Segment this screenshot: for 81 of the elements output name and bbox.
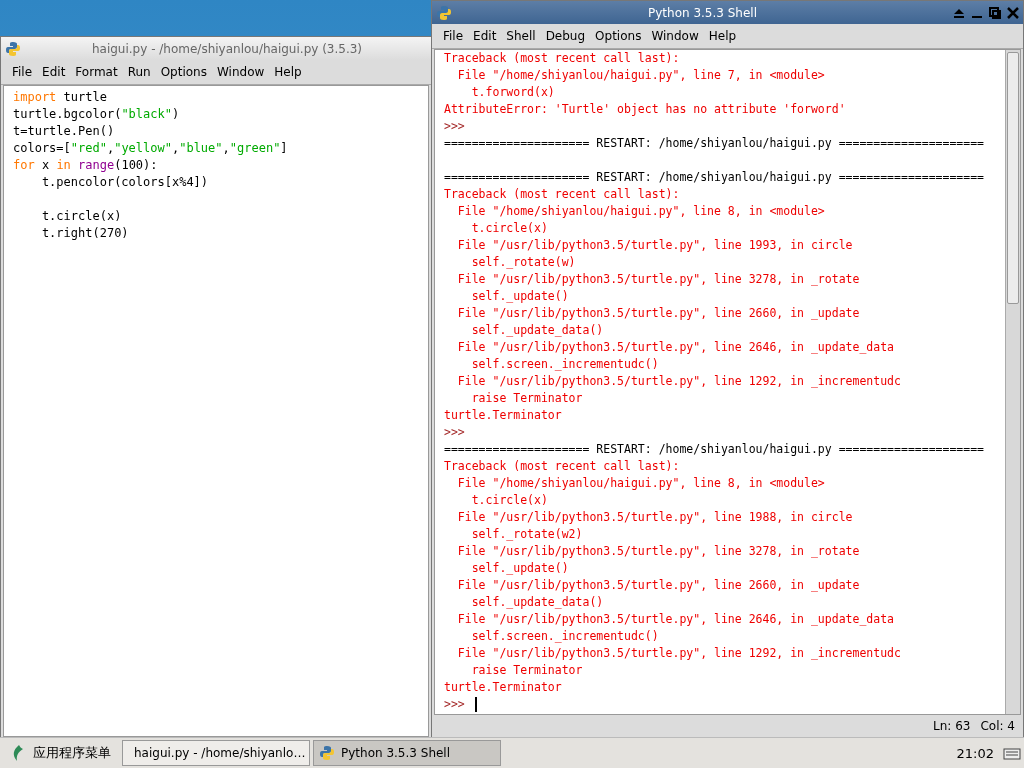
menu-item[interactable]: File (438, 29, 469, 43)
menu-item[interactable]: Shell (501, 29, 541, 43)
shell-output-line: self._update() (470, 560, 570, 577)
clock: 21:02 (956, 745, 995, 761)
status-text: Col: 4 (980, 719, 1015, 733)
leaf-icon (11, 744, 25, 762)
taskbar-button[interactable]: Python 3.5.3 Shell (313, 740, 501, 766)
start-menu-button[interactable]: 应用程序菜单 (3, 740, 119, 766)
shell-output-line: File "/usr/lib/python3.5/turtle.py", line 1988, in circle (456, 509, 854, 526)
shell-output-line: raise Terminator (470, 390, 584, 407)
shell-output-line: self._rotate(w) (470, 254, 577, 271)
shell-output-line: t.circle(x) (470, 220, 549, 237)
shell-output-line: Traceback (most recent call last): (444, 458, 681, 475)
shell-output-line: self._update() (470, 288, 570, 305)
menu-item[interactable]: Help (269, 65, 307, 79)
shell-output-line: self.screen._incrementudc() (470, 628, 660, 645)
code-line: turtle.bgcolor("black") (13, 106, 181, 123)
code-line: t=turtle.Pen() (13, 123, 116, 140)
shell-output-line: turtle.Terminator (444, 679, 563, 696)
shell-output-line: t.forword(x) (470, 84, 556, 101)
title-bar[interactable]: Python 3.5.3 Shell (432, 1, 1023, 24)
window-title: Python 3.5.3 Shell (647, 5, 758, 20)
shell-output-line: self._rotate(w2) (470, 526, 584, 543)
shell-output-line: raise Terminator (470, 662, 584, 679)
menu-item[interactable]: File (7, 65, 38, 79)
shell-output-line: File "/usr/lib/python3.5/turtle.py", line 3278, in _rotate (456, 271, 861, 288)
prompt: >>> (444, 118, 466, 135)
taskbar-button[interactable]: haigui.py - /home/shiyanlo… (122, 740, 310, 766)
shell-output-line: turtle.Terminator (444, 407, 563, 424)
python-icon (436, 4, 452, 21)
shell-output-line: Traceback (most recent call last): (444, 50, 681, 67)
code-line: for x in range(100): (13, 157, 159, 174)
shell-output-line: File "/usr/lib/python3.5/turtle.py", line 2646, in _update_data (456, 339, 896, 356)
shell-output-line: ===================== RESTART: /home/shiyanlou/haigui.py ===================== (444, 135, 986, 152)
menu-item[interactable]: Window (211, 65, 270, 79)
shell-output-line: File "/home/shiyanlou/haigui.py", line 8, in <module> (456, 203, 826, 220)
python-icon (5, 40, 21, 57)
shell-output-line: File "/usr/lib/python3.5/turtle.py", line 2660, in _update (456, 305, 861, 322)
code-line: t.pencolor(colors[x%4]) (40, 174, 210, 191)
keyboard-icon[interactable] (1003, 745, 1021, 761)
code-line: import turtle (13, 89, 108, 106)
shell-output-line: File "/home/shiyanlou/haigui.py", line 8, in <module> (456, 475, 826, 492)
menu-item[interactable]: Edit (468, 29, 502, 43)
shell-output-line: self._update_data() (470, 594, 605, 611)
shell-output-line: t.circle(x) (470, 492, 549, 509)
shell-output-line: ===================== RESTART: /home/shiyanlou/haigui.py ===================== (444, 169, 986, 186)
shell-output-line: File "/usr/lib/python3.5/turtle.py", line 1993, in circle (456, 237, 854, 254)
scrollbar[interactable] (1005, 50, 1020, 714)
menu-item[interactable]: Options (590, 29, 647, 43)
shell-output-line: self.screen._incrementudc() (470, 356, 660, 373)
text-cursor (474, 697, 477, 712)
menu-item[interactable]: Options (155, 65, 212, 79)
shell-output-line: File "/usr/lib/python3.5/turtle.py", line 1292, in _incrementudc (456, 645, 902, 662)
menu-item[interactable]: Run (122, 65, 156, 79)
menu-item[interactable]: Format (70, 65, 123, 79)
menu-item[interactable]: Debug (540, 29, 591, 43)
code-line: colors=["red","yellow","blue","green"] (13, 140, 289, 157)
shade-icon[interactable] (953, 6, 965, 19)
menu-item[interactable]: Edit (37, 65, 71, 79)
prompt: >>> (444, 424, 466, 441)
shell-output-line: File "/usr/lib/python3.5/turtle.py", line 2646, in _update_data (456, 611, 896, 628)
python-icon (319, 745, 335, 761)
shell-output-line: Traceback (most recent call last): (444, 186, 681, 203)
prompt: >>> (444, 697, 465, 711)
shell-output-line: File "/usr/lib/python3.5/turtle.py", line 3278, in _rotate (456, 543, 861, 560)
maximize-icon[interactable] (989, 6, 1001, 19)
shell-output-line: self._update_data() (470, 322, 605, 339)
code-editor[interactable]: import turtle turtle.bgcolor("black") t=turtle.Pen() colors=["red","yellow","blue","green"] for x in range(100): t.pencolor(colors[x%4]) t.circle(x) t.right(270) (3, 85, 429, 737)
menu-item[interactable]: Help (703, 29, 742, 43)
title-bar[interactable]: haigui.py - /home/shiyanlou/haigui.py (3.5.3) (1, 37, 431, 60)
shell-output-line: AttributeError: 'Turtle' object has no attribute 'forword' (444, 101, 847, 118)
menu-item[interactable]: Window (646, 29, 704, 43)
shell-output-line: File "/usr/lib/python3.5/turtle.py", line 2660, in _update (456, 577, 861, 594)
shell-output-line: ===================== RESTART: /home/shiyanlou/haigui.py ===================== (444, 441, 986, 458)
shell-output-line: File "/home/shiyanlou/haigui.py", line 7, in <module> (456, 67, 826, 84)
code-line: t.right(270) (40, 225, 130, 242)
code-line: t.circle(x) (40, 208, 123, 225)
shell-output-line: File "/usr/lib/python3.5/turtle.py", line 1292, in _incrementudc (456, 373, 902, 390)
status-text: Ln: 63 (933, 719, 971, 733)
window-title: haigui.py - /home/shiyanlou/haigui.py (3.5.3) (90, 41, 364, 56)
close-icon[interactable] (1007, 6, 1019, 19)
